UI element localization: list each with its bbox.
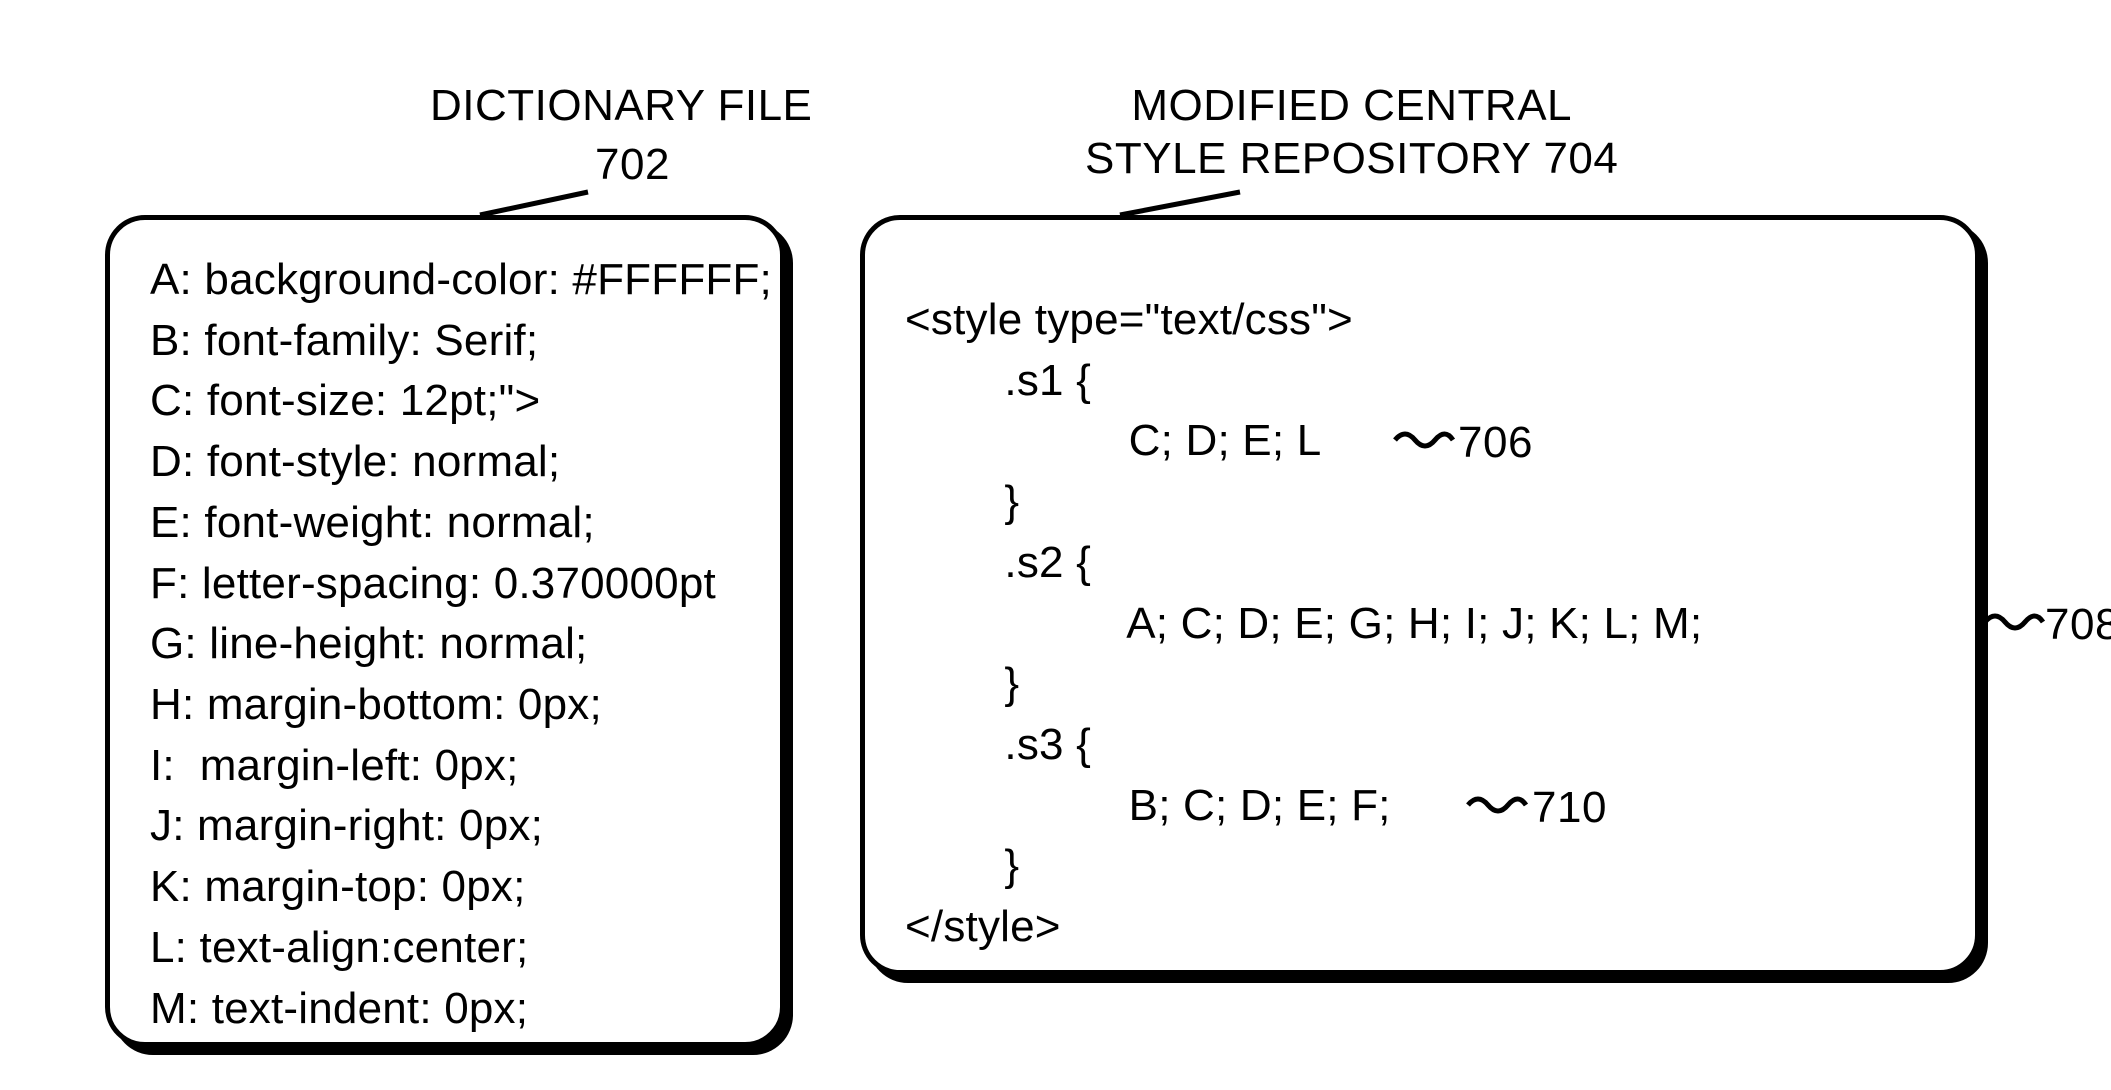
style-close-tag: </style> — [905, 897, 1935, 958]
style-repository-box: <style type="text/css"> .s1 { C; D; E; L… — [860, 215, 1980, 975]
s1-open: .s1 { — [905, 351, 1935, 412]
left-ref-702: 702 — [595, 140, 670, 190]
ref-710: 710 — [1532, 783, 1607, 833]
s1-body: C; D; E; L — [905, 411, 1935, 472]
diagram-canvas: DICTIONARY FILE 702 A: background-color:… — [0, 0, 2111, 1090]
s3-close: } — [905, 836, 1935, 897]
ref-706: 706 — [1458, 418, 1533, 468]
s2-body: A; C; D; E; G; H; I; J; K; L; M; — [905, 594, 1935, 655]
dict-line-a: A: background-color: #FFFFFF; — [150, 250, 740, 311]
style-open-tag: <style type="text/css"> — [905, 290, 1935, 351]
dict-line-l: L: text-align:center; — [150, 918, 740, 979]
dict-line-g: G: line-height: normal; — [150, 614, 740, 675]
dict-line-i: I: margin-left: 0px; — [150, 736, 740, 797]
dict-line-b: B: font-family: Serif; — [150, 311, 740, 372]
dict-line-d: D: font-style: normal; — [150, 432, 740, 493]
dict-line-f: F: letter-spacing: 0.370000pt — [150, 554, 740, 615]
right-title: MODIFIED CENTRAL STYLE REPOSITORY 704 — [1085, 80, 1618, 186]
dict-line-k: K: margin-top: 0px; — [150, 857, 740, 918]
s2-open: .s2 { — [905, 533, 1935, 594]
dict-line-c: C: font-size: 12pt;"> — [150, 371, 740, 432]
s3-open: .s3 { — [905, 715, 1935, 776]
ref-708: 708 — [2045, 600, 2111, 650]
dict-line-h: H: margin-bottom: 0px; — [150, 675, 740, 736]
left-title: DICTIONARY FILE — [430, 80, 812, 133]
s1-close: } — [905, 472, 1935, 533]
s3-body: B; C; D; E; F; — [905, 776, 1935, 837]
dictionary-file-box: A: background-color: #FFFFFF; B: font-fa… — [105, 215, 785, 1047]
dict-line-e: E: font-weight: normal; — [150, 493, 740, 554]
s2-close: } — [905, 654, 1935, 715]
dict-line-j: J: margin-right: 0px; — [150, 796, 740, 857]
dict-line-m: M: text-indent: 0px; — [150, 979, 740, 1040]
